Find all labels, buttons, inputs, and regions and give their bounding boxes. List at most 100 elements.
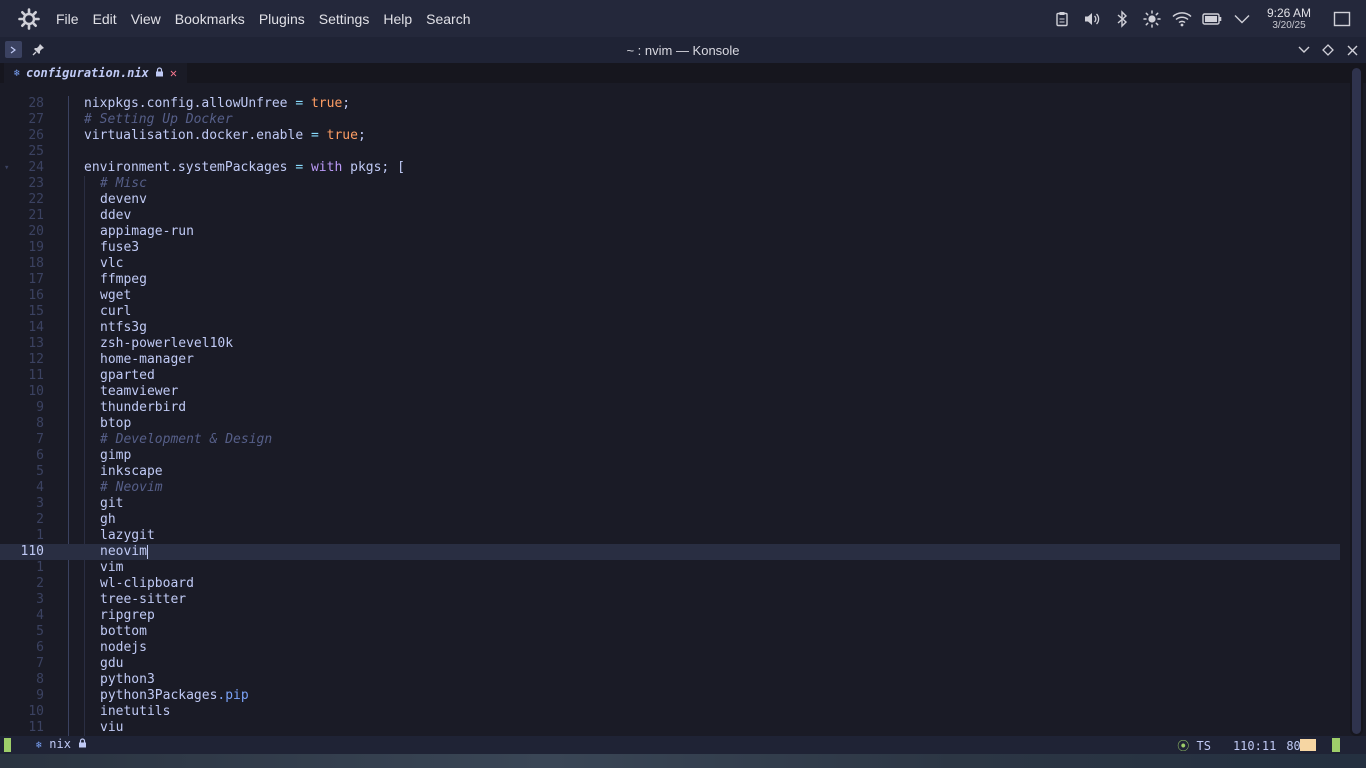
code-token: teamviewer <box>100 384 179 399</box>
line-text: python3 <box>100 672 155 688</box>
code-line[interactable]: 5 bottom <box>0 624 1340 640</box>
code-line[interactable]: 20 appimage-run <box>0 224 1340 240</box>
app-launcher-icon[interactable] <box>17 7 41 31</box>
scrollbar-thumb[interactable] <box>1352 68 1361 734</box>
wifi-icon[interactable] <box>1167 0 1197 37</box>
code-line[interactable]: 26 virtualisation.docker.enable = true; <box>0 128 1340 144</box>
code-line[interactable]: 4 ripgrep <box>0 608 1340 624</box>
code-token: python3Packages <box>100 688 218 703</box>
code-line[interactable]: 3 tree-sitter <box>0 592 1340 608</box>
code-line[interactable]: 19 fuse3 <box>0 240 1340 256</box>
code-line[interactable]: 14 ntfs3g <box>0 320 1340 336</box>
code-line[interactable]: 12 home-manager <box>0 352 1340 368</box>
close-buffer-icon[interactable]: ✕ <box>170 66 177 80</box>
line-number: 9 <box>36 688 44 703</box>
battery-icon[interactable] <box>1197 0 1227 37</box>
lock-icon <box>155 66 164 80</box>
line-number: 17 <box>28 272 44 287</box>
code-line[interactable]: 18 vlc <box>0 256 1340 272</box>
code-line[interactable]: 10 teamviewer <box>0 384 1340 400</box>
expand-tray-icon[interactable] <box>1227 0 1257 37</box>
code-line[interactable]: 3 git <box>0 496 1340 512</box>
menu-bookmarks[interactable]: Bookmarks <box>168 11 252 27</box>
code-line[interactable]: 8 python3 <box>0 672 1340 688</box>
line-text: gparted <box>100 368 155 384</box>
line-number: 22 <box>28 192 44 207</box>
line-text: curl <box>100 304 131 320</box>
statusline-right: ⦿ TS 110:11 80% <box>1177 737 1308 754</box>
code-token: inetutils <box>100 704 171 719</box>
line-number: 3 <box>36 592 44 607</box>
bluetooth-icon[interactable] <box>1107 0 1137 37</box>
volume-icon[interactable] <box>1077 0 1107 37</box>
code-token: ntfs3g <box>100 320 147 335</box>
menu-settings[interactable]: Settings <box>312 11 377 27</box>
code-line[interactable]: 6 gimp <box>0 448 1340 464</box>
menu-plugins[interactable]: Plugins <box>252 11 312 27</box>
code-line[interactable]: 8 btop <box>0 416 1340 432</box>
line-text: python3Packages.pip <box>100 688 249 704</box>
line-text: home-manager <box>100 352 194 368</box>
code-editor[interactable]: 28 nixpkgs.config.allowUnfree = true; 27 # … <box>0 96 1340 736</box>
code-line[interactable]: 21 ddev <box>0 208 1340 224</box>
code-line[interactable]: 4 # Neovim <box>0 480 1340 496</box>
code-line[interactable]: 9 python3Packages.pip <box>0 688 1340 704</box>
code-line[interactable]: 10 inetutils <box>0 704 1340 720</box>
code-line[interactable]: 1 vim <box>0 560 1340 576</box>
code-line[interactable]: 5 inkscape <box>0 464 1340 480</box>
code-line[interactable]: 27 # Setting Up Docker <box>0 112 1340 128</box>
code-token: true <box>310 96 343 111</box>
code-line[interactable]: 17 ffmpeg <box>0 272 1340 288</box>
clock[interactable]: 9:26 AM 3/20/25 <box>1259 6 1319 31</box>
minimize-icon[interactable] <box>1294 40 1314 60</box>
code-line[interactable]: 13 zsh-powerlevel10k <box>0 336 1340 352</box>
line-text: # Development & Design <box>100 432 272 448</box>
code-line[interactable]: 1 lazygit <box>0 528 1340 544</box>
current-line[interactable]: 110 neovim <box>0 544 1340 560</box>
mode-indicator-right <box>1332 738 1340 752</box>
code-line[interactable]: 7 # Development & Design <box>0 432 1340 448</box>
code-line[interactable]: 22 devenv <box>0 192 1340 208</box>
line-text: neovim <box>100 544 148 560</box>
code-token: # Setting Up Docker <box>84 112 233 127</box>
buffer-tabline: ❄ configuration.nix ✕ <box>0 63 1366 83</box>
statusline-filetype: ❄ nix <box>36 737 87 751</box>
mode-indicator <box>4 738 11 752</box>
show-desktop-icon[interactable] <box>1327 0 1357 37</box>
code-line[interactable]: 2 gh <box>0 512 1340 528</box>
code-line[interactable]: 11 viu <box>0 720 1340 736</box>
filetype-label: nix <box>49 737 71 751</box>
buffer-tab-filename: configuration.nix <box>26 66 149 80</box>
code-line[interactable]: 15 curl <box>0 304 1340 320</box>
code-token: # Development & Design <box>100 432 273 447</box>
code-line[interactable]: 23 # Misc <box>0 176 1340 192</box>
code-line[interactable]: 2 wl-clipboard <box>0 576 1340 592</box>
code-line[interactable]: 11 gparted <box>0 368 1340 384</box>
code-line[interactable]: 9 thunderbird <box>0 400 1340 416</box>
menu-view[interactable]: View <box>124 11 168 27</box>
line-number: 19 <box>28 240 44 255</box>
code-line[interactable]: 25 <box>0 144 1340 160</box>
code-line[interactable]: 28 nixpkgs.config.allowUnfree = true; <box>0 96 1340 112</box>
clipboard-icon[interactable] <box>1047 0 1077 37</box>
code-line[interactable]: 7 gdu <box>0 656 1340 672</box>
buffer-tab[interactable]: ❄ configuration.nix ✕ <box>4 63 188 83</box>
menu-edit[interactable]: Edit <box>86 11 124 27</box>
code-token: ffmpeg <box>100 272 147 287</box>
menu-file[interactable]: File <box>49 11 86 27</box>
menu-search[interactable]: Search <box>419 11 477 27</box>
code-token: environment.systemPackages <box>84 160 288 175</box>
code-line[interactable]: ▾ 24 environment.systemPackages = with pkg… <box>0 160 1340 176</box>
code-token: ; <box>357 128 366 143</box>
line-text: nodejs <box>100 640 147 656</box>
window-titlebar[interactable]: ~ : nvim — Konsole <box>0 37 1366 63</box>
line-text: inetutils <box>100 704 170 720</box>
vertical-scrollbar[interactable] <box>1350 66 1363 736</box>
close-icon[interactable] <box>1342 40 1362 60</box>
code-token: viu <box>100 720 124 735</box>
brightness-icon[interactable] <box>1137 0 1167 37</box>
menu-help[interactable]: Help <box>376 11 419 27</box>
code-line[interactable]: 6 nodejs <box>0 640 1340 656</box>
maximize-icon[interactable] <box>1318 40 1338 60</box>
code-line[interactable]: 16 wget <box>0 288 1340 304</box>
